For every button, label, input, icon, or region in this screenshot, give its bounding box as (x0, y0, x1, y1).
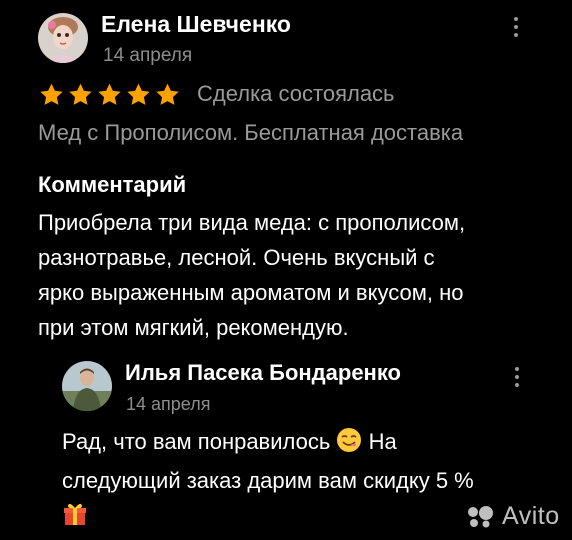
reply-line-1-end: На (362, 429, 397, 454)
gift-emoji (62, 501, 88, 537)
rating-stars (38, 82, 181, 108)
avito-watermark-text: Avito (502, 502, 560, 530)
yum-face-emoji (336, 427, 362, 463)
comment-line: при этом мягкий, рекомендую. (38, 315, 349, 340)
review-kebab-menu-icon[interactable] (513, 17, 519, 37)
comment-line: разнотравье, лесной. Очень вкусный с (38, 245, 435, 270)
author-avatar[interactable] (38, 13, 88, 63)
star-icon (127, 83, 150, 105)
review-date: 14 апреля (103, 45, 193, 66)
star-icon (40, 83, 63, 105)
comment-text: Приобрела три вида меда: с прополисом, р… (38, 205, 558, 345)
seller-name[interactable]: Илья Пасека Бондаренко (125, 360, 401, 386)
reply-line-1: Рад, что вам понравилось На (62, 424, 542, 463)
seller-avatar[interactable] (62, 361, 112, 411)
avito-watermark: Avito (466, 502, 560, 531)
reply-line-2: следующий заказ дарим вам скидку 5 % (62, 468, 474, 493)
avito-logo-icon (468, 505, 493, 527)
star-icon (98, 83, 121, 105)
reply-kebab-menu-icon[interactable] (514, 367, 520, 387)
star-icon (156, 83, 179, 105)
review-author-name[interactable]: Елена Шевченко (101, 11, 291, 38)
comment-line: ярко выраженным ароматом и вкусом, но (38, 280, 464, 305)
star-icon (69, 83, 92, 105)
reply-line-1-text: Рад, что вам понравилось (62, 429, 331, 454)
comment-line: Приобрела три вида меда: с прополисом, (38, 210, 466, 235)
product-title[interactable]: Мед с Прополисом. Бесплатная доставка (38, 120, 463, 146)
reply-date: 14 апреля (126, 394, 211, 414)
comment-heading: Комментарий (38, 172, 187, 197)
deal-status: Сделка состоялась (197, 81, 395, 106)
